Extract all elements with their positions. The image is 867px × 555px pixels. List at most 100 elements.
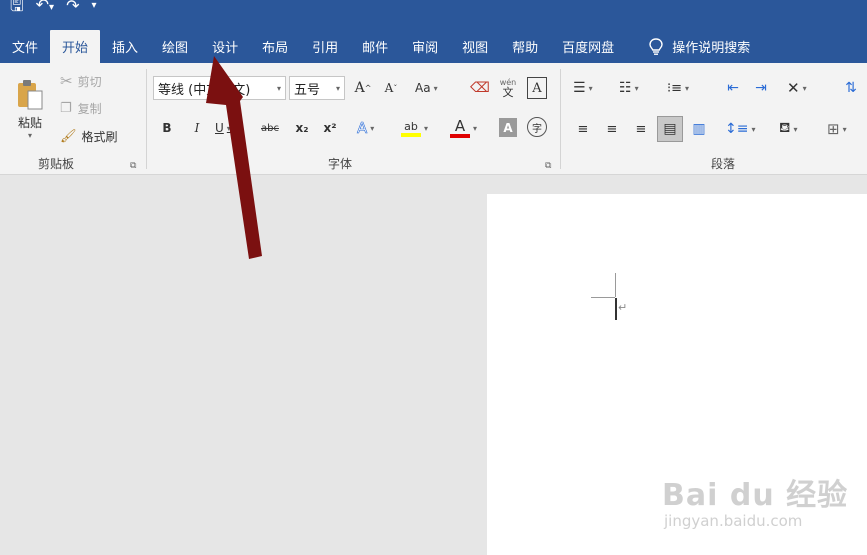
eraser-icon: ⌫: [470, 80, 490, 96]
highlight-button[interactable]: ab ▾: [401, 116, 428, 140]
line-spacing-button[interactable]: ↕≡ ▾: [725, 119, 755, 139]
align-center-button[interactable]: ≡: [602, 119, 622, 139]
subscript-button[interactable]: x₂: [293, 118, 311, 138]
increase-indent-button[interactable]: ⇥: [751, 78, 771, 98]
sort-icon: ⇅: [845, 80, 857, 96]
tab-mailings[interactable]: 邮件: [350, 30, 400, 63]
underline-icon: U: [215, 121, 224, 135]
clipboard-group-label: 剪贴板: [38, 157, 75, 171]
change-case-icon: Aa: [415, 81, 431, 95]
tab-layout[interactable]: 布局: [250, 30, 300, 63]
font-name-combo[interactable]: 等线 (中文正文) ▾: [153, 76, 286, 100]
font-size-combo[interactable]: 五号 ▾: [289, 76, 345, 100]
font-group-label: 字体: [328, 157, 353, 171]
underline-button[interactable]: U ▾: [215, 118, 231, 138]
shrink-font-button[interactable]: Aˇ: [381, 78, 401, 98]
chevron-down-icon: ▾: [588, 83, 593, 93]
enclose-characters-button[interactable]: 字: [527, 117, 547, 137]
paste-button[interactable]: 粘贴 ▾: [8, 69, 52, 149]
chevron-down-icon: ▾: [634, 83, 639, 93]
cut-button[interactable]: ✂ 剪切: [60, 71, 102, 91]
tab-home[interactable]: 开始: [50, 30, 101, 63]
numbering-button[interactable]: ☷ ▾: [619, 78, 639, 98]
font-name-value: 等线 (中文正文): [158, 82, 251, 98]
distributed-icon: ▥: [692, 121, 706, 137]
shading-button[interactable]: ⛾ ▾: [779, 119, 797, 139]
italic-button[interactable]: I: [189, 118, 205, 138]
tab-insert[interactable]: 插入: [100, 30, 150, 63]
ribbon-tabs: 文件 开始 插入 绘图 设计 布局 引用 邮件 审阅 视图 帮助 百度网盘 操作…: [0, 28, 867, 63]
chevron-down-icon: ▾: [335, 83, 340, 93]
tab-review[interactable]: 审阅: [400, 30, 450, 63]
decrease-indent-button[interactable]: ⇤: [723, 78, 743, 98]
margin-marker: [615, 273, 616, 297]
quick-access-toolbar: 🖫 ↶▾ ↷ ▾: [10, 0, 97, 16]
tab-file[interactable]: 文件: [0, 30, 50, 63]
superscript-button[interactable]: x²: [321, 118, 339, 138]
font-color-icon: A: [454, 117, 466, 135]
dialog-launcher-icon[interactable]: ⧉: [130, 161, 136, 171]
bullets-button[interactable]: ☰ ▾: [573, 78, 593, 98]
font-color-swatch: [450, 134, 470, 138]
bold-button[interactable]: B: [159, 118, 175, 138]
font-size-value: 五号: [294, 82, 321, 98]
undo-icon[interactable]: ↶▾: [36, 0, 54, 16]
align-right-button[interactable]: ≡: [631, 119, 651, 139]
font-color-button[interactable]: A ▾: [450, 116, 477, 140]
italic-icon: I: [194, 121, 200, 135]
distributed-button[interactable]: ▥: [689, 119, 709, 139]
chevron-down-icon: ▾: [226, 123, 231, 133]
tab-help[interactable]: 帮助: [500, 30, 550, 63]
redo-icon[interactable]: ↷: [66, 0, 79, 14]
bullets-icon: ☰: [573, 80, 586, 96]
chevron-down-icon: ▾: [276, 83, 281, 93]
cut-label: 剪切: [77, 74, 102, 89]
tab-design[interactable]: 设计: [200, 30, 250, 63]
chevron-down-icon: ▾: [842, 124, 847, 134]
copy-label: 复制: [77, 101, 102, 116]
paste-icon: [18, 80, 43, 110]
multilevel-list-button[interactable]: ⁝≡ ▾: [667, 78, 689, 98]
paragraph-group-label: 段落: [711, 157, 736, 171]
tab-baidu-netdisk[interactable]: 百度网盘: [550, 30, 626, 63]
enclose-characters-icon: 字: [532, 123, 542, 135]
watermark-url: jingyan.baidu.com: [664, 512, 803, 530]
clear-formatting-button[interactable]: ⌫: [469, 78, 491, 98]
tell-me-search[interactable]: 操作说明搜索: [636, 30, 762, 63]
character-border-button[interactable]: A: [527, 77, 547, 99]
scissors-icon: ✂: [60, 72, 73, 90]
tell-me-label: 操作说明搜索: [672, 41, 751, 56]
sort-button[interactable]: ⇅: [841, 78, 861, 98]
save-icon[interactable]: 🖫: [10, 0, 24, 14]
strikethrough-icon: abc: [261, 122, 279, 134]
character-shading-button[interactable]: A: [499, 118, 517, 137]
phonetic-label: 文: [502, 86, 514, 99]
lightbulb-icon: [649, 37, 663, 55]
change-case-button[interactable]: Aa ▾: [415, 78, 438, 98]
decrease-indent-icon: ⇤: [727, 80, 739, 96]
grow-font-button[interactable]: A ^: [353, 78, 373, 98]
tab-references[interactable]: 引用: [300, 30, 350, 63]
text-effects-button[interactable]: A ▾: [357, 118, 375, 138]
paint-bucket-icon: ⛾: [779, 120, 791, 136]
tab-view[interactable]: 视图: [450, 30, 500, 63]
copy-button[interactable]: ❐ 复制: [60, 98, 102, 118]
customize-icon[interactable]: ▾: [91, 0, 96, 14]
multilevel-list-icon: ⁝≡: [667, 80, 683, 96]
phonetic-guide-button[interactable]: wén 文: [497, 77, 519, 99]
tab-draw[interactable]: 绘图: [150, 30, 200, 63]
subscript-icon: x₂: [295, 121, 309, 135]
dialog-launcher-icon[interactable]: ⧉: [545, 161, 551, 171]
highlight-color-swatch: [401, 132, 421, 137]
highlighter-icon: ab: [404, 119, 418, 133]
chevron-down-icon: ▾: [433, 83, 438, 93]
character-shading-icon: A: [503, 120, 513, 135]
increase-indent-icon: ⇥: [755, 80, 767, 96]
format-painter-button[interactable]: 🖌 格式刷: [60, 126, 118, 146]
borders-button[interactable]: ⊞ ▾: [827, 119, 847, 139]
chinese-layout-button[interactable]: ✕ ▾: [787, 78, 807, 98]
justify-button[interactable]: ▤: [657, 116, 683, 142]
paragraph-group: ☰ ▾ ☷ ▾ ⁝≡ ▾ ⇤ ⇥ ✕ ▾ ⇅ ≡ ≡ ≡ ▤ ▥ ↕≡ ▾ ⛾ ▾ ⊞ ▾ 段…: [561, 63, 867, 175]
align-left-button[interactable]: ≡: [573, 119, 593, 139]
strikethrough-button[interactable]: abc: [261, 118, 279, 138]
